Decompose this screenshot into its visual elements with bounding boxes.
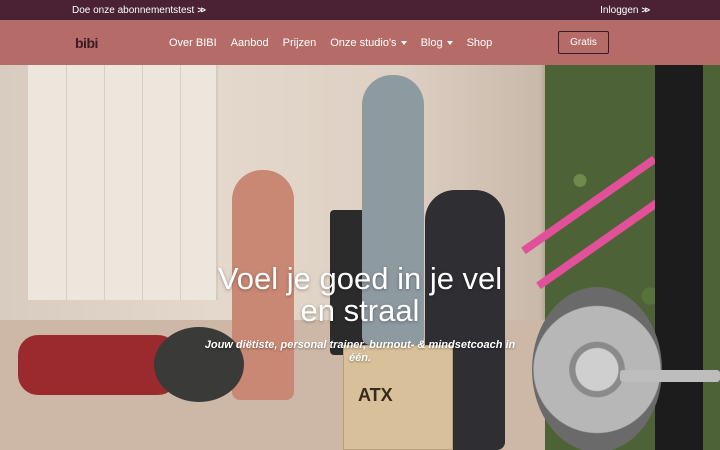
nav-item-prijzen[interactable]: Prijzen: [283, 37, 317, 49]
hero-subtitle: Jouw diëtiste, personal trainer, burnout…: [0, 339, 720, 365]
nav-item-label: Onze studio's: [330, 36, 397, 49]
caret-down-icon: [446, 41, 453, 45]
nav-item-label: Blog: [420, 36, 443, 49]
nav-item-aanbod[interactable]: Aanbod: [231, 37, 269, 49]
power-rack: [655, 65, 703, 450]
brand-logo[interactable]: bibi: [75, 35, 98, 51]
main-menu: Over BIBI Aanbod Prijzen Onze studio's B…: [169, 20, 506, 65]
nav-item-label: Shop: [466, 36, 493, 49]
double-chevron-right-icon: >>: [197, 5, 205, 15]
nav-item-blog[interactable]: Blog: [421, 37, 453, 49]
nav-item-over-bibi[interactable]: Over BIBI: [169, 37, 217, 49]
hero-title-line-1: Voel je goed in je vel: [217, 261, 503, 296]
barbell: [620, 370, 720, 382]
login-label: Inloggen: [600, 4, 639, 16]
hero-title: Voel je goed in je vel en straal: [0, 263, 720, 327]
nav-item-shop[interactable]: Shop: [467, 37, 493, 49]
plyo-box-logo: ATX: [358, 385, 393, 405]
nav-item-label: Prijzen: [282, 36, 317, 49]
subscription-test-label: Doe onze abonnementstest: [72, 4, 195, 16]
nav-item-label: Over BIBI: [169, 36, 217, 49]
nav-item-onze-studios[interactable]: Onze studio's: [330, 36, 407, 49]
login-link[interactable]: Inloggen >>: [600, 4, 650, 16]
hero-title-line-2: en straal: [300, 293, 420, 328]
caret-down-icon: [400, 41, 407, 45]
double-chevron-right-icon: >>: [641, 5, 649, 15]
hero-subtitle-line-1: Jouw diëtiste, personal trainer, burnout…: [204, 339, 516, 351]
hero-subtitle-line-2: één.: [348, 352, 371, 364]
main-navbar: bibi Over BIBI Aanbod Prijzen Onze studi…: [0, 20, 720, 65]
subscription-test-link[interactable]: Doe onze abonnementstest >>: [72, 4, 206, 16]
hero-section: ATX Voel je goed in je vel en straal Jou…: [0, 65, 720, 450]
nav-item-label: Aanbod: [230, 36, 269, 49]
announcement-bar: Doe onze abonnementstest >> Inloggen >>: [0, 0, 720, 20]
free-trial-button[interactable]: Gratis: [558, 31, 609, 54]
